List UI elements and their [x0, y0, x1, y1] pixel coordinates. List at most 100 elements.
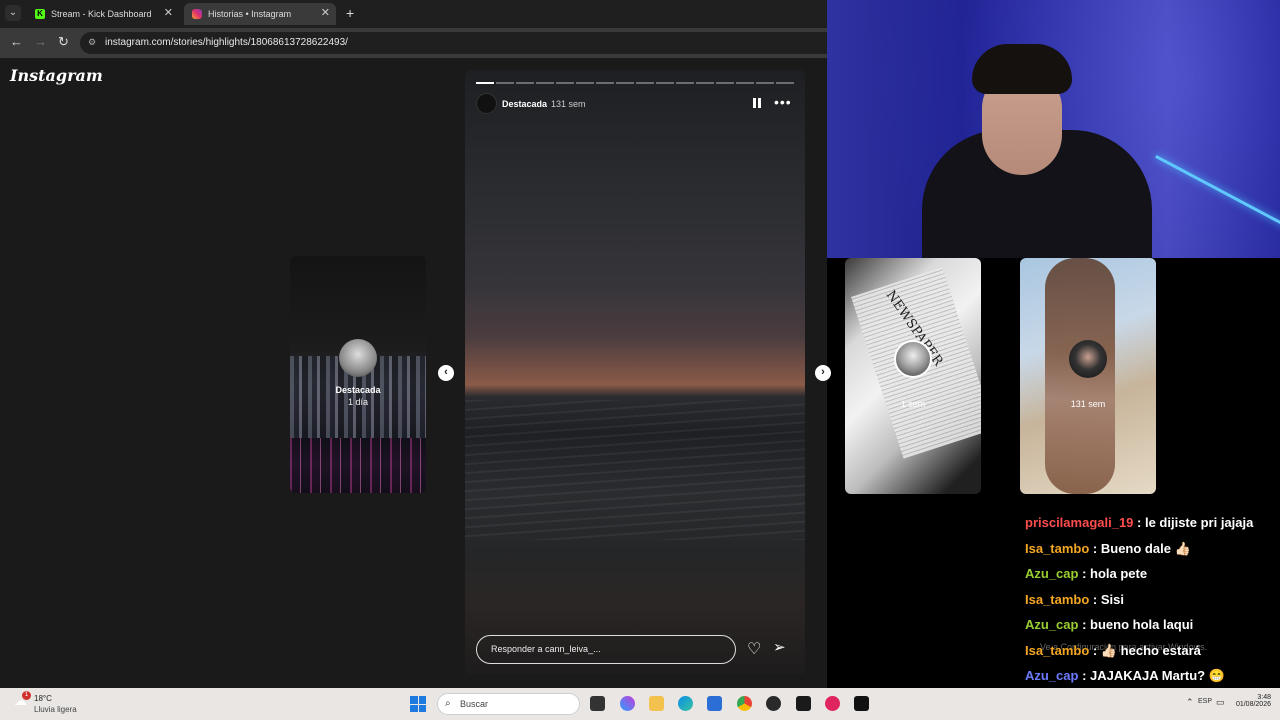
url-text: instagram.com/stories/highlights/1806861… — [105, 37, 348, 48]
edge-icon[interactable] — [678, 696, 693, 711]
site-info-icon[interactable]: ⚙ — [88, 37, 96, 48]
chrome-icon[interactable] — [737, 696, 752, 711]
tab-label: Historias • Instagram — [208, 9, 292, 19]
clock[interactable]: 3:48 01/08/2026 — [1225, 694, 1271, 708]
temperature: 18°C — [34, 694, 52, 703]
progress-segment — [756, 82, 774, 84]
chat-text: : Bueno dale 👍🏻 — [1089, 540, 1191, 556]
chat-text: : 👍🏻 hecho estará — [1089, 642, 1201, 658]
tiktok-icon[interactable] — [854, 696, 869, 711]
url-field[interactable]: ⚙ instagram.com/stories/highlights/18068… — [80, 32, 827, 54]
progress-segment — [496, 82, 514, 84]
progress-segment — [736, 82, 754, 84]
tab-kick-dashboard[interactable]: K Stream - Kick Dashboard ✕ — [27, 3, 179, 25]
chat-message: priscilamagali_19 : le dijiste pri jajaj… — [1020, 515, 1280, 541]
chat-message: Isa_tambo : 👍🏻 hecho estará — [1020, 643, 1280, 669]
progress-segment — [556, 82, 574, 84]
app-icon[interactable] — [825, 696, 840, 711]
app-icon[interactable] — [796, 696, 811, 711]
forward-icon[interactable]: → — [34, 34, 47, 49]
heart-icon[interactable]: ♡ — [747, 639, 761, 659]
copilot-icon[interactable] — [620, 696, 635, 711]
story-progress-bar — [476, 82, 794, 84]
next-highlight-card-beach[interactable]: 131 sem — [1020, 258, 1156, 494]
chat-text: : hola pete — [1078, 566, 1148, 581]
avatar[interactable] — [476, 93, 497, 114]
progress-segment — [676, 82, 694, 84]
progress-segment — [516, 82, 534, 84]
next-highlight-card-newspaper[interactable]: NEWSPAPER 1 sem — [845, 258, 981, 494]
chat-username[interactable]: Isa_tambo — [1025, 541, 1089, 556]
progress-segment — [476, 82, 494, 84]
streamer-hair — [972, 44, 1072, 94]
chat-username[interactable]: Isa_tambo — [1025, 643, 1089, 658]
language-indicator[interactable]: ESP — [1198, 698, 1212, 705]
instagram-icon — [192, 9, 202, 19]
close-tab-icon[interactable]: ✕ — [164, 6, 173, 19]
chat-username[interactable]: Azu_cap — [1025, 617, 1078, 632]
progress-segment — [616, 82, 634, 84]
avatar — [894, 340, 932, 378]
taskbar-search[interactable]: ⌕ Buscar — [437, 693, 580, 715]
show-hidden-icons[interactable]: ⌃ — [1186, 697, 1194, 708]
windows-taskbar: ☁ 1 18°C Lluvia ligera ⌕ Buscar ⌃ ESP ▭ … — [0, 688, 1280, 720]
chat-username[interactable]: priscilamagali_19 — [1025, 515, 1133, 530]
chat-message: Azu_cap : hola pete — [1020, 566, 1280, 592]
progress-segment — [596, 82, 614, 84]
story-timestamp: 131 sem — [551, 99, 586, 109]
sea-waves-image — [465, 400, 805, 540]
instagram-logo[interactable]: Instagram — [10, 66, 103, 85]
chat-message: Isa_tambo : Bueno dale 👍🏻 — [1020, 541, 1280, 567]
instagram-stories-page: Instagram Destacada 1 día ‹ Destacada 13… — [0, 58, 831, 688]
chat-username[interactable]: Azu_cap — [1025, 668, 1078, 683]
kick-icon: K — [35, 9, 45, 19]
next-story-button[interactable]: › — [815, 365, 831, 381]
highlight-time: 131 sem — [1070, 399, 1106, 409]
task-view-icon[interactable] — [590, 696, 605, 711]
progress-segment — [576, 82, 594, 84]
chat-text: : Sisi — [1089, 591, 1124, 607]
chat-username[interactable]: Azu_cap — [1025, 566, 1078, 581]
file-explorer-icon[interactable] — [649, 696, 664, 711]
weather-condition: Lluvia ligera — [34, 705, 77, 714]
chat-text: : JAJAKAJA Martu? 😁 — [1078, 668, 1225, 683]
chat-message: Isa_tambo : Sisi — [1020, 592, 1280, 618]
obs-icon[interactable] — [766, 696, 781, 711]
progress-segment — [776, 82, 794, 84]
send-icon[interactable]: ➢ — [773, 638, 786, 656]
more-options-icon[interactable]: ••• — [774, 94, 792, 110]
search-icon: ⌕ — [445, 698, 451, 709]
avatar — [1069, 340, 1107, 378]
store-icon[interactable] — [707, 696, 722, 711]
highlight-time: 1 día — [347, 397, 369, 407]
chat-username[interactable]: Isa_tambo — [1025, 592, 1089, 607]
webcam-overlay — [827, 0, 1280, 258]
avatar — [339, 339, 377, 377]
chat-message: Azu_cap : bueno hola laqui — [1020, 617, 1280, 643]
back-icon[interactable]: ← — [10, 34, 23, 49]
new-tab-button[interactable]: + — [346, 5, 354, 21]
pause-icon[interactable] — [753, 98, 761, 108]
story-viewer[interactable]: Destacada 131 sem ••• Responder a cann_l… — [465, 70, 805, 675]
previous-highlight-card[interactable]: Destacada 1 día — [290, 256, 426, 493]
story-username[interactable]: Destacada — [502, 99, 547, 109]
reload-icon[interactable]: ↻ — [58, 34, 69, 50]
close-tab-icon[interactable]: ✕ — [321, 6, 330, 19]
tab-label: Stream - Kick Dashboard — [51, 9, 152, 19]
chat-text: : le dijiste pri jajaja — [1133, 515, 1254, 530]
highlight-time: 1 sem — [900, 399, 926, 409]
chat-text: : bueno hola laqui — [1078, 617, 1194, 632]
windows-start-icon[interactable] — [410, 696, 426, 712]
network-icon[interactable]: ▭ — [1216, 697, 1225, 708]
progress-segment — [696, 82, 714, 84]
tab-instagram-stories[interactable]: Historias • Instagram ✕ — [184, 3, 336, 25]
search-placeholder: Buscar — [460, 699, 489, 709]
reply-input[interactable]: Responder a cann_leiva_... — [476, 635, 736, 664]
tab-bar: ⌄ K Stream - Kick Dashboard ✕ Historias … — [0, 0, 827, 28]
progress-segment — [656, 82, 674, 84]
tab-search-dropdown[interactable]: ⌄ — [5, 5, 21, 21]
previous-story-button[interactable]: ‹ — [438, 365, 454, 381]
notification-badge: 1 — [22, 691, 31, 700]
progress-segment — [636, 82, 654, 84]
address-bar: ← → ↻ ⚙ instagram.com/stories/highlights… — [0, 28, 827, 58]
